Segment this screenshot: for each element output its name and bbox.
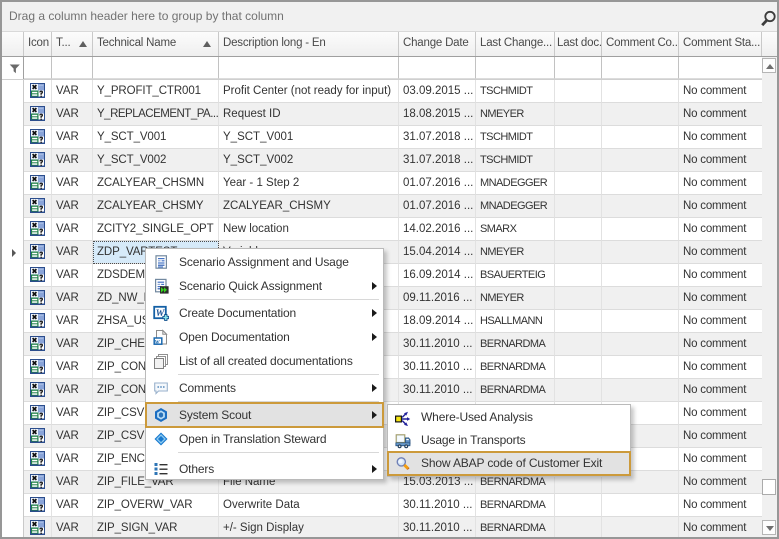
svg-text:w: w (155, 338, 160, 345)
